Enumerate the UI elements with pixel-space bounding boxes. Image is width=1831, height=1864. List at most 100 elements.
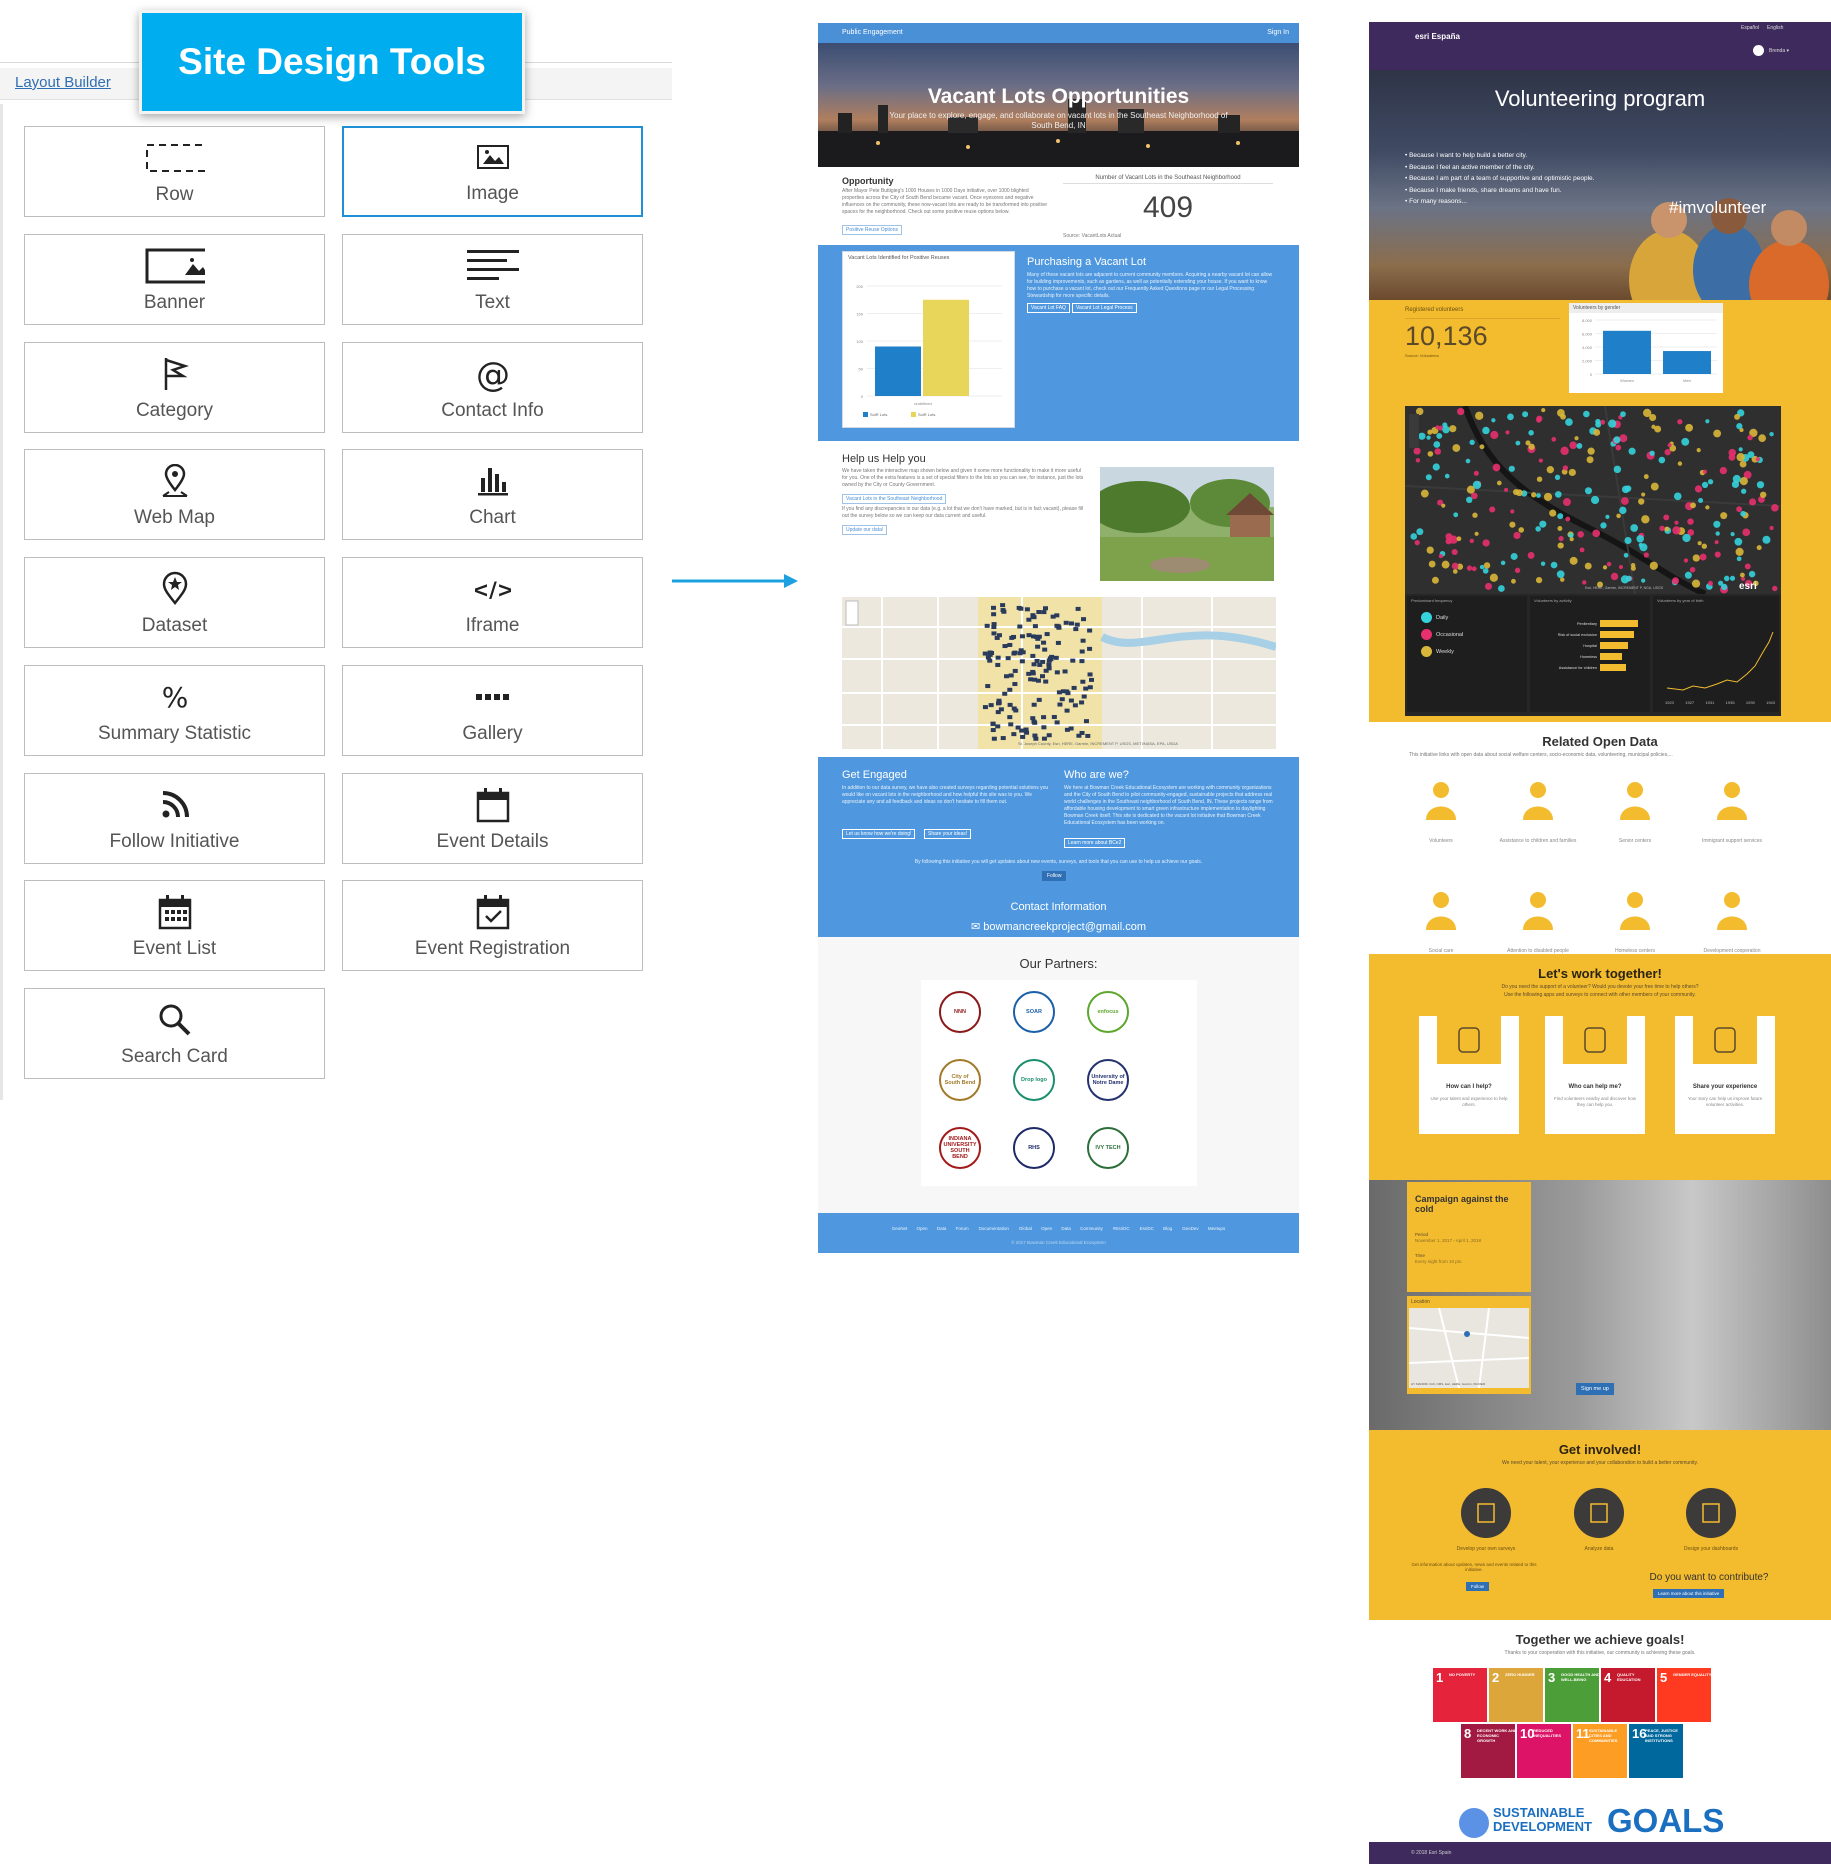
together-card[interactable]: Share your experience Your story can help…: [1675, 1016, 1775, 1134]
involved-follow-button[interactable]: Follow: [1466, 1582, 1490, 1591]
tool-event-details[interactable]: Event Details: [342, 773, 643, 864]
sdg-tile[interactable]: 4 QUALITY EDUCATION: [1601, 1668, 1655, 1722]
vacant-lot-faq-button[interactable]: Vacant Lot FAQ: [1027, 303, 1070, 313]
learn-bce2-button[interactable]: Learn more about BCe2: [1064, 838, 1126, 848]
lang-es[interactable]: Español: [1741, 25, 1759, 31]
homeless-icon[interactable]: [1612, 886, 1658, 932]
tool-text[interactable]: Text: [342, 234, 643, 325]
tool-event-registration[interactable]: Event Registration: [342, 880, 643, 971]
zoom-controls[interactable]: [845, 600, 859, 626]
people-group-icon[interactable]: [1418, 776, 1464, 822]
heart-plus-icon[interactable]: [1418, 886, 1464, 932]
volunteer-dot: [1602, 565, 1608, 570]
footer-link[interactable]: GeoDev Meetups: [1182, 1226, 1225, 1231]
vacant-lot-marker: [1079, 659, 1085, 664]
contact-email[interactable]: bowmancreekproject@gmail.com: [983, 921, 1146, 933]
vacant-lots-map-button[interactable]: Vacant Lots in the Southeast Neighborhoo…: [842, 494, 947, 504]
together-card[interactable]: Who can help me? Find volunteers nearby a…: [1545, 1016, 1645, 1134]
tool-web-map[interactable]: Web Map: [24, 449, 325, 540]
location-map[interactable]: [1409, 1308, 1529, 1388]
sdg-tile[interactable]: 16 PEACE, JUSTICE AND STRONG INSTITUTIONS: [1629, 1724, 1683, 1778]
family-icon[interactable]: [1515, 776, 1561, 822]
tool-event-list[interactable]: Event List: [24, 880, 325, 971]
tool-chart[interactable]: Chart: [342, 449, 643, 540]
map-dashboard: Esri, HERE, Garmin, INCREMENT P, NGA, US…: [1405, 406, 1781, 716]
avatar[interactable]: [1753, 45, 1764, 56]
feedback-button[interactable]: Let us know how we're doing!: [842, 829, 916, 839]
registered-source: Source: Volunteers: [1405, 353, 1439, 358]
partner-logo[interactable]: Drop logo: [1003, 1056, 1065, 1104]
tool-label: Category: [135, 400, 214, 421]
tool-label: Search Card: [121, 1046, 228, 1067]
partner-logo[interactable]: University of Notre Dame: [1077, 1056, 1139, 1104]
dashboard-icon[interactable]: [1686, 1488, 1736, 1538]
registered-value: 10,136: [1405, 321, 1488, 351]
partner-logo[interactable]: NNN: [929, 988, 991, 1036]
tool-follow-initiative[interactable]: Follow Initiative: [24, 773, 325, 864]
tool-gallery[interactable]: Gallery: [342, 665, 643, 756]
share-ideas-button[interactable]: Share your ideas!: [924, 829, 972, 839]
partner-logo[interactable]: IVY TECH: [1077, 1124, 1139, 1172]
elderly-icon[interactable]: [1612, 776, 1658, 822]
volunteer-dot: [1489, 573, 1499, 582]
frequency-item: Daily: [1421, 612, 1463, 623]
volunteer-dot: [1528, 430, 1534, 436]
update-data-button[interactable]: Update our data!: [842, 525, 888, 535]
volunteer-dot-map[interactable]: [1405, 406, 1781, 594]
tool-row[interactable]: Row: [24, 126, 325, 217]
volunteer-dot: [1636, 535, 1644, 543]
sdg-tile[interactable]: 2 ZERO HUNGER: [1489, 1668, 1543, 1722]
footer-link[interactable]: Documentation: [979, 1226, 1009, 1231]
footer-link[interactable]: EsriDC Blog: [1140, 1226, 1173, 1231]
tool-dataset[interactable]: Dataset: [24, 557, 325, 648]
learn-more-button[interactable]: Learn more about this initiative: [1653, 1589, 1725, 1598]
site-name[interactable]: Public Engagement: [842, 29, 903, 36]
partner-logo[interactable]: enfocus: [1077, 988, 1139, 1036]
sdg-tile[interactable]: 3 GOOD HEALTH AND WELL-BEING: [1545, 1668, 1600, 1722]
tool-iframe[interactable]: </> Iframe: [342, 557, 643, 648]
sdg-tile[interactable]: 5 GENDER EQUALITY: [1657, 1668, 1711, 1722]
tool-search-card[interactable]: Search Card: [24, 988, 325, 1079]
layout-builder-tab[interactable]: Layout Builder: [15, 74, 111, 91]
esri-logo[interactable]: esri España: [1415, 32, 1460, 41]
partner-logo[interactable]: City of South Bend: [929, 1056, 991, 1104]
vacant-lot-legal-button[interactable]: Vacant Lot Legal Process: [1072, 303, 1137, 313]
tool-banner[interactable]: Banner: [24, 234, 325, 325]
footer-link[interactable]: #EsriDC: [1113, 1226, 1130, 1231]
footer-link[interactable]: GeoNet Open Data Forum: [892, 1226, 969, 1231]
tool-category[interactable]: Category: [24, 342, 325, 433]
sdg-label: GENDER EQUALITY: [1673, 1672, 1712, 1677]
footer-link[interactable]: Global Open Data Community: [1019, 1226, 1103, 1231]
sign-me-up-button[interactable]: Sign me up: [1576, 1383, 1614, 1395]
partner-logo[interactable]: SOAR: [1003, 988, 1065, 1036]
tool-summary-statistic[interactable]: % Summary Statistic: [24, 665, 325, 756]
wheelchair-icon[interactable]: [1515, 886, 1561, 932]
sdg-tile[interactable]: 10 REDUCED INEQUALITIES: [1517, 1724, 1571, 1778]
esri-header: esri España Español English Brenda ▾: [1369, 22, 1831, 70]
map-zoom-controls[interactable]: [1409, 414, 1419, 448]
money-hand-icon[interactable]: [1709, 886, 1755, 932]
vacant-lots-map[interactable]: [842, 597, 1276, 749]
tool-contact-info[interactable]: @ Contact Info: [342, 342, 643, 433]
together-card[interactable]: How can I help? Use your talent and exper…: [1419, 1016, 1519, 1134]
sdg-tile[interactable]: 8 DECENT WORK AND ECONOMIC GROWTH: [1461, 1724, 1517, 1778]
positive-reuse-button[interactable]: Positive Reuse Options: [842, 225, 902, 235]
tool-image[interactable]: Image: [342, 126, 643, 217]
sdg-tile[interactable]: 11 SUSTAINABLE CITIES AND COMMUNITIES: [1573, 1724, 1627, 1778]
handshake-icon[interactable]: [1709, 776, 1755, 822]
follow-button[interactable]: Follow: [1042, 871, 1067, 881]
survey-icon[interactable]: [1461, 1488, 1511, 1538]
volunteer-dot: [1742, 528, 1751, 537]
partner-logo[interactable]: RHS: [1003, 1124, 1065, 1172]
vacant-lot-marker: [1080, 679, 1086, 684]
sign-in-link[interactable]: Sign In: [1267, 29, 1289, 36]
location-label: Location: [1411, 1299, 1430, 1305]
partner-logo[interactable]: INDIANA UNIVERSITY SOUTH BEND: [929, 1124, 991, 1172]
vacant-lot-marker: [995, 724, 1001, 729]
analyze-data-icon[interactable]: [1574, 1488, 1624, 1538]
hero-bullet: • Because I make friends, share dreams a…: [1405, 185, 1655, 197]
sdg-tile[interactable]: 1 NO POVERTY: [1433, 1668, 1487, 1722]
lang-en[interactable]: English: [1767, 25, 1783, 31]
user-menu[interactable]: Brenda ▾: [1769, 48, 1789, 54]
legend-swatch: [863, 412, 868, 417]
